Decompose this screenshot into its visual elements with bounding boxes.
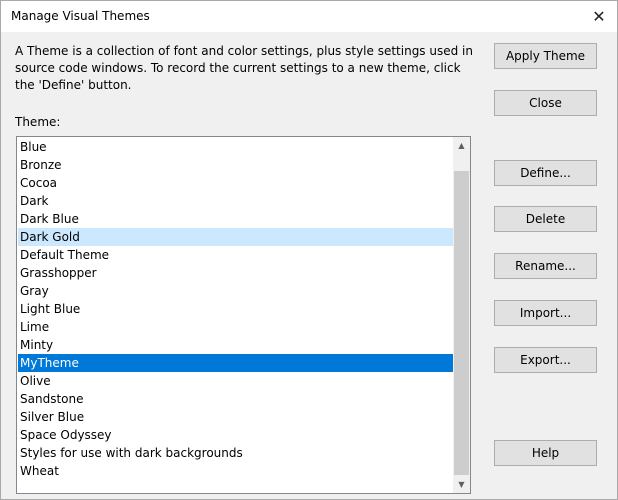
- theme-list-item[interactable]: Cocoa: [18, 174, 454, 192]
- title-bar: Manage Visual Themes ✕: [1, 1, 617, 32]
- scroll-down-icon[interactable]: ▼: [453, 476, 470, 493]
- export-button[interactable]: Export...: [494, 347, 597, 373]
- close-button[interactable]: Close: [494, 90, 597, 116]
- theme-list-item[interactable]: Space Odyssey: [18, 426, 454, 444]
- delete-button[interactable]: Delete: [494, 206, 597, 232]
- close-icon[interactable]: ✕: [581, 1, 617, 32]
- theme-list: Blue Bronze Cocoa Dark Dark Blue Dark Gold Def…: [18, 138, 454, 480]
- description-text: A Theme is a collection of font and colo…: [15, 44, 473, 92]
- theme-list-item[interactable]: Lime: [18, 318, 454, 336]
- theme-list-item[interactable]: Dark Gold: [18, 228, 454, 246]
- theme-list-item[interactable]: Bronze: [18, 156, 454, 174]
- theme-list-item[interactable]: Minty: [18, 336, 454, 354]
- vertical-scrollbar[interactable]: ▲ ▼: [453, 137, 470, 493]
- manage-visual-themes-dialog: Manage Visual Themes ✕ A Theme is a coll…: [0, 0, 618, 500]
- theme-list-item[interactable]: Dark: [18, 192, 454, 210]
- theme-list-item[interactable]: Grasshopper: [18, 264, 454, 282]
- theme-list-item[interactable]: MyTheme: [18, 354, 454, 372]
- import-button[interactable]: Import...: [494, 300, 597, 326]
- theme-list-item[interactable]: Blue: [18, 138, 454, 156]
- help-button[interactable]: Help: [494, 440, 597, 466]
- theme-list-item[interactable]: Light Blue: [18, 300, 454, 318]
- theme-label: Theme:: [15, 115, 61, 129]
- scroll-up-icon[interactable]: ▲: [453, 137, 470, 154]
- theme-list-item[interactable]: Dark Blue: [18, 210, 454, 228]
- theme-list-item[interactable]: Sandstone: [18, 390, 454, 408]
- theme-list-item[interactable]: Wheat: [18, 462, 454, 480]
- theme-list-item[interactable]: Silver Blue: [18, 408, 454, 426]
- rename-button[interactable]: Rename...: [494, 253, 597, 279]
- theme-list-item[interactable]: Default Theme: [18, 246, 454, 264]
- theme-list-item[interactable]: Gray: [18, 282, 454, 300]
- dialog-title: Manage Visual Themes: [11, 9, 150, 23]
- theme-listbox[interactable]: Blue Bronze Cocoa Dark Dark Blue Dark Gold Def…: [16, 136, 471, 494]
- scrollbar-thumb[interactable]: [454, 171, 469, 475]
- apply-theme-button[interactable]: Apply Theme: [494, 43, 597, 69]
- theme-list-item[interactable]: Styles for use with dark backgrounds: [18, 444, 454, 462]
- define-button[interactable]: Define...: [494, 160, 597, 186]
- theme-list-item[interactable]: Olive: [18, 372, 454, 390]
